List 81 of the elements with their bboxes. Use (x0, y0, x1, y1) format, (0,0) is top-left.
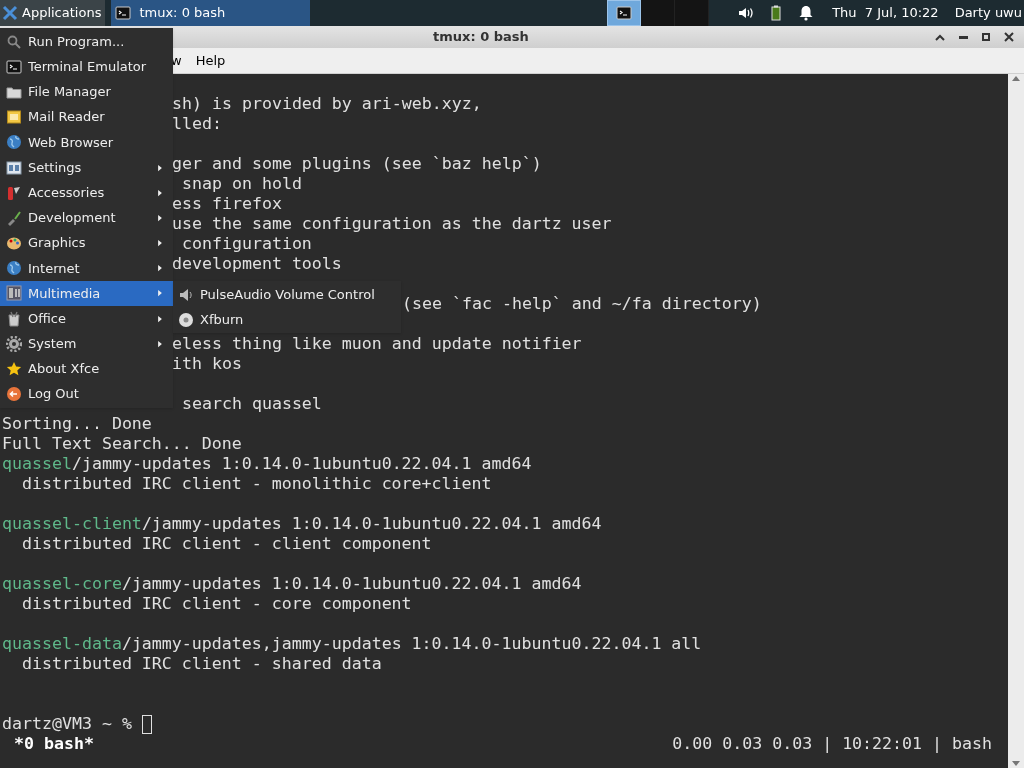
package-name: quassel-core (2, 574, 122, 594)
terminal-icon (6, 58, 22, 75)
menu-item[interactable]: Development (0, 205, 173, 231)
terminal-line: distributed IRC client - client component (20, 534, 432, 553)
bell-icon (798, 5, 815, 21)
terminal-line: development tools (172, 254, 342, 273)
maximize-icon[interactable] (982, 33, 990, 41)
shell-prompt: dartz@VM3 ~ % (2, 714, 132, 734)
terminal-line: distributed IRC client - shared data (20, 654, 382, 673)
terminal-icon (115, 5, 132, 21)
speaker-icon (178, 286, 194, 303)
menu-item[interactable]: PulseAudio Volume Control (173, 282, 401, 307)
x-logo-icon (2, 5, 18, 21)
globe-icon (6, 260, 22, 277)
menu-item[interactable]: Graphics (0, 230, 173, 256)
menu-item[interactable]: Internet (0, 255, 173, 281)
menu-item[interactable]: Accessories (0, 180, 173, 206)
close-icon[interactable] (1004, 32, 1014, 42)
scroll-up-icon[interactable] (1012, 76, 1020, 81)
media-icon (6, 285, 22, 302)
terminal-line: Sorting... Done (2, 414, 152, 433)
gear-icon (6, 335, 22, 352)
package-name: quassel (2, 454, 72, 474)
package-name: quassel-data (2, 634, 122, 654)
volume-icon (738, 5, 755, 21)
menu-item[interactable]: Run Program... (0, 29, 173, 55)
terminal-line: ess firefox (172, 194, 282, 213)
menu-item[interactable]: File Manager (0, 79, 173, 105)
user-name[interactable]: Darty uwu (954, 3, 1022, 23)
terminal-line: (see `fac -help` and ~/fa directory) (402, 294, 762, 313)
star-icon (6, 361, 22, 378)
menu-item[interactable]: Settings (0, 154, 173, 181)
package-name: quassel-client (2, 514, 142, 534)
menu-item[interactable]: Help (195, 50, 226, 71)
terminal-line: eless thing like muon and update notifier (172, 334, 582, 353)
shade-icon[interactable] (935, 33, 945, 41)
menu-item[interactable]: System (0, 331, 173, 357)
terminal-line: distributed IRC client - monolithic core+client (20, 474, 492, 493)
terminal-line: ith kos (172, 354, 242, 373)
terminal-line: /jammy-updates 1:0.14.0-1ubuntu0.22.04.1 amd64 (121, 574, 582, 594)
disc-icon (178, 311, 194, 328)
menu-item[interactable]: Terminal Emulator (0, 54, 173, 80)
tmux-window-tab[interactable]: *0 bash* (14, 734, 94, 754)
terminal-line: Full Text Search... Done (2, 434, 242, 453)
minimize-icon[interactable] (959, 35, 968, 39)
menu-item[interactable]: About Xfce (0, 356, 173, 382)
palette-icon (6, 235, 22, 252)
logout-icon (6, 386, 22, 403)
menu-item[interactable]: Xfburn (173, 307, 401, 332)
terminal-line: /jammy-updates,jammy-updates 1:0.14.0-1ubuntu0.22.04.1 all (121, 634, 702, 654)
terminal-line: distributed IRC client - core component (20, 594, 412, 613)
clock[interactable]: Thu 7 Jul, 10:22 (832, 3, 939, 23)
scroll-down-icon[interactable] (1012, 761, 1020, 766)
tmux-status: 0.00 0.03 0.03 | 10:22:01 | bash (672, 734, 992, 754)
terminal-line: /jammy-updates 1:0.14.0-1ubuntu0.22.04.1 amd64 (71, 454, 532, 474)
terminal-icon (616, 5, 633, 21)
globe-icon (6, 134, 22, 151)
terminal-line: snap on hold (181, 174, 302, 193)
menu-item[interactable]: Log Out (0, 381, 173, 407)
terminal-line: /jammy-updates 1:0.14.0-1ubuntu0.22.04.1 amd64 (141, 514, 602, 534)
envelope-icon (6, 109, 22, 126)
menu-item[interactable]: Web Browser (0, 129, 173, 155)
cup-icon (6, 310, 22, 327)
terminal-line: configuration (181, 234, 312, 253)
menu-item[interactable]: Multimedia (0, 280, 173, 307)
window-title: tmux: 0 bash (433, 28, 529, 47)
taskbar-button[interactable]: tmux: 0 bash (111, 0, 311, 26)
terminal-line: search quassel (181, 394, 322, 413)
menu-item[interactable]: Office (0, 306, 173, 332)
search-icon (6, 33, 22, 50)
scrollbar[interactable] (1008, 74, 1024, 768)
trowel-icon (6, 209, 22, 226)
pocket-knife-icon (6, 184, 22, 201)
terminal-line: use the same configuration as the dartz user (172, 214, 612, 233)
terminal-line: ger and some plugins (see `baz help`) (172, 154, 542, 173)
terminal-line: sh) is provided by ari-web.xyz, (172, 94, 482, 113)
menu-item[interactable]: Mail Reader (0, 104, 173, 130)
applications-button[interactable]: Applications (0, 0, 106, 26)
terminal-line: lled: (172, 114, 222, 133)
control-panel-icon (6, 159, 22, 176)
text-cursor (141, 714, 152, 734)
